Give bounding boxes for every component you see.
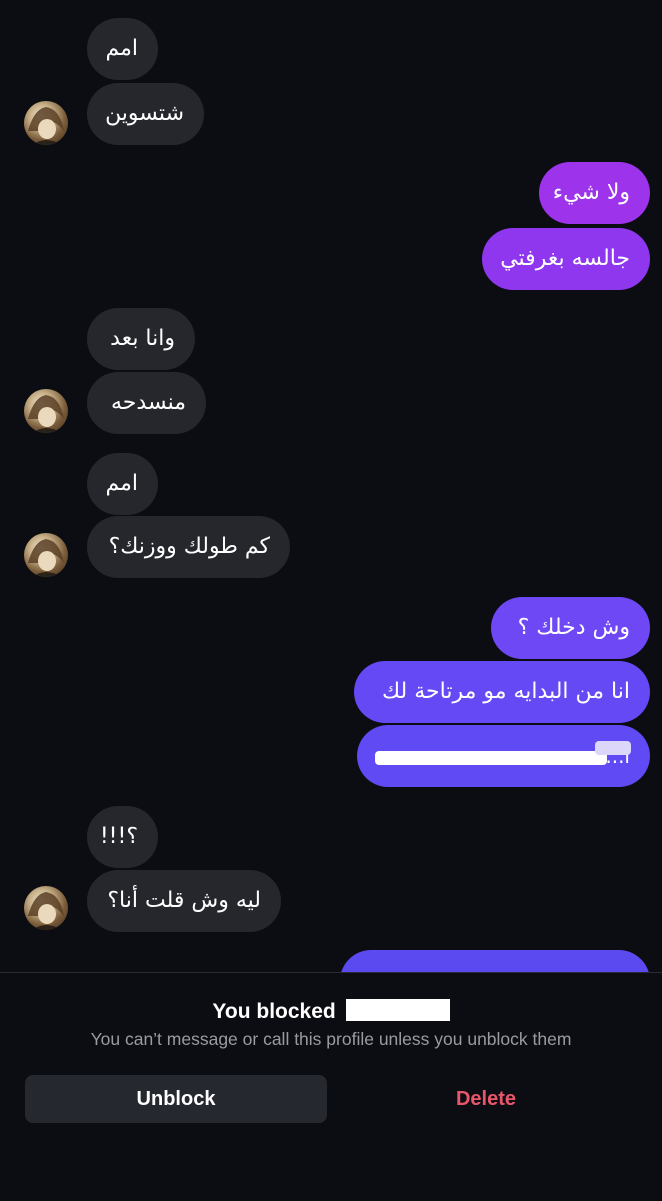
message-text: وانا بعد (110, 326, 175, 351)
message-bubble-incoming[interactable]: ليه وش قلت أنا؟ (87, 870, 281, 932)
avatar-art-icon (28, 539, 64, 577)
blocked-title-text: You blocked (212, 1000, 336, 1023)
blocked-subtitle: You can’t message or call this profile u… (90, 1029, 572, 1049)
message-text: جالسه بغرفتي (500, 246, 630, 271)
message-bubble-incoming[interactable]: شتسوين (87, 83, 204, 145)
message-text: ؟!!! (99, 824, 138, 849)
blocked-title: You blocked (0, 999, 662, 1024)
message-bubble-outgoing-redacted[interactable]: ا...ء (357, 725, 650, 787)
contact-avatar[interactable] (24, 533, 68, 577)
delete-button[interactable]: Delete (336, 1075, 636, 1123)
message-bubble-outgoing-partial[interactable] (340, 950, 650, 972)
message-bubble-incoming[interactable]: ؟!!! (87, 806, 158, 868)
unblock-button[interactable]: Unblock (25, 1075, 327, 1123)
message-bubble-incoming[interactable]: منسدحه (87, 372, 206, 434)
avatar-art-icon (28, 395, 64, 433)
redaction-mark (375, 751, 607, 765)
message-thread[interactable]: امم شتسوين ولا شيء جالسه بغرفتي وانا بعد… (0, 0, 662, 972)
blocked-banner: You blocked You can’t message or call th… (0, 972, 662, 1201)
avatar-art-icon (28, 107, 64, 145)
message-text: ليه وش قلت أنا؟ (107, 888, 261, 913)
message-text: امم (105, 471, 138, 496)
message-text: منسدحه (111, 390, 186, 415)
message-bubble-incoming[interactable]: وانا بعد (87, 308, 195, 370)
message-bubble-incoming[interactable]: امم (87, 453, 158, 515)
redacted-username (345, 999, 450, 1021)
contact-avatar[interactable] (24, 389, 68, 433)
contact-avatar[interactable] (24, 886, 68, 930)
message-bubble-outgoing[interactable]: ولا شيء (539, 162, 650, 224)
message-bubble-incoming[interactable]: كم طولك ووزنك؟ (87, 516, 290, 578)
avatar-art-icon (28, 892, 64, 930)
message-text: امم (105, 36, 138, 61)
message-bubble-outgoing[interactable]: وش دخلك ؟ (491, 597, 650, 659)
message-text: وش دخلك ؟ (517, 615, 630, 640)
message-bubble-outgoing[interactable]: جالسه بغرفتي (482, 228, 650, 290)
redaction-mark (595, 741, 631, 755)
message-bubble-incoming[interactable]: امم (87, 18, 158, 80)
contact-avatar[interactable] (24, 101, 68, 145)
message-text: كم طولك ووزنك؟ (108, 534, 270, 559)
message-text: انا من البدايه مو مرتاحة لك (381, 679, 630, 704)
message-text: شتسوين (105, 101, 184, 126)
message-text: ولا شيء (552, 180, 630, 205)
message-bubble-outgoing[interactable]: انا من البدايه مو مرتاحة لك (354, 661, 650, 723)
